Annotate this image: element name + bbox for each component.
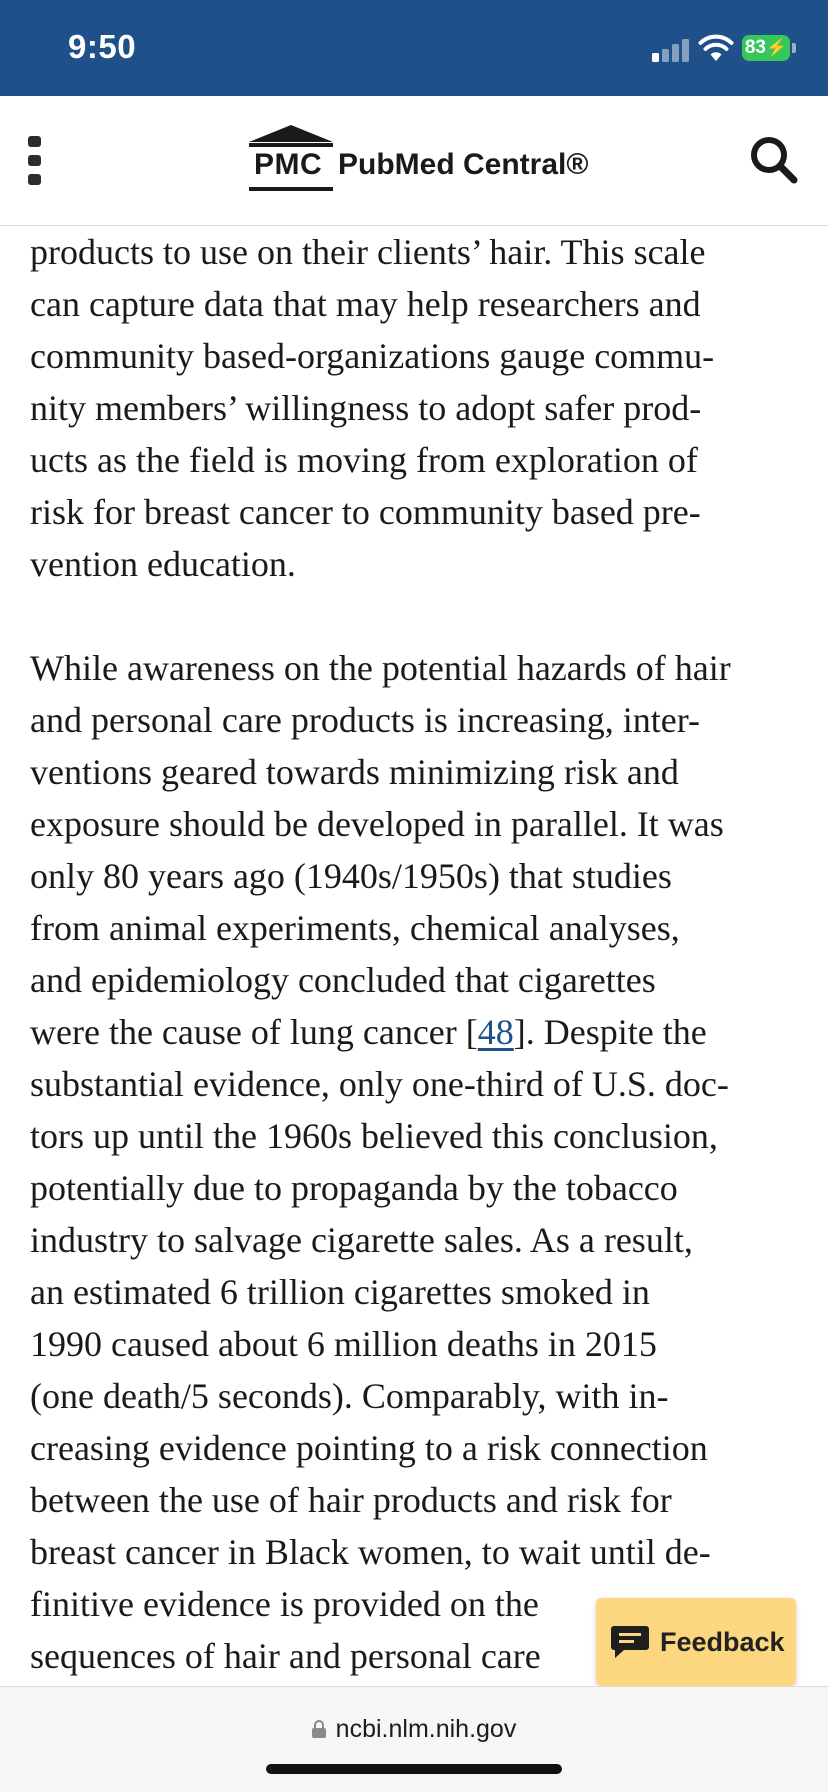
home-indicator[interactable] bbox=[266, 1764, 562, 1774]
text-line: exposure should be developed in parallel… bbox=[30, 804, 724, 844]
pmc-logo[interactable]: PMC PubMed Central® bbox=[246, 124, 589, 194]
paragraph-2: While awareness on the potential hazards… bbox=[30, 642, 800, 1682]
wifi-icon bbox=[698, 34, 734, 61]
text-line: industry to salvage cigarette sales. As … bbox=[30, 1220, 693, 1260]
text-line: between the use of hair products and ris… bbox=[30, 1480, 672, 1520]
text-line: 1990 caused about 6 million deaths in 20… bbox=[30, 1324, 657, 1364]
text-line: nity members’ willingness to adopt safer… bbox=[30, 388, 702, 428]
status-time: 9:50 bbox=[68, 28, 137, 65]
text-line: products to use on their clients’ hair. … bbox=[30, 232, 706, 272]
article-body: products to use on their clients’ hair. … bbox=[30, 226, 800, 1686]
battery-charging-icon: 83⚡ bbox=[742, 35, 790, 61]
text-line: breast cancer in Black women, to wait un… bbox=[30, 1532, 711, 1572]
feedback-label: Feedback bbox=[660, 1626, 785, 1657]
text-line: While awareness on the potential hazards… bbox=[30, 648, 731, 688]
battery-tip bbox=[792, 43, 796, 53]
text-segment: ]. Despite the bbox=[513, 1012, 707, 1052]
reference-link-48[interactable]: 48 bbox=[478, 1012, 514, 1052]
text-line: and epidemiology concluded that cigarett… bbox=[30, 960, 656, 1000]
paragraph-1: products to use on their clients’ hair. … bbox=[30, 226, 800, 590]
text-line: risk for breast cancer to community base… bbox=[30, 492, 701, 532]
text-line: vention education. bbox=[30, 544, 296, 584]
status-bar: 9:50 83⚡ bbox=[0, 0, 828, 96]
text-line: can capture data that may help researche… bbox=[30, 284, 701, 324]
url-domain: ncbi.nlm.nih.gov bbox=[335, 1715, 517, 1743]
text-line: and personal care products is increasing… bbox=[30, 700, 701, 740]
text-line-with-reference: were the cause of lung cancer [48]. Desp… bbox=[30, 1006, 800, 1058]
text-line: substantial evidence, only one-third of … bbox=[30, 1064, 729, 1104]
text-line: (one death/5 seconds). Comparably, with … bbox=[30, 1376, 669, 1416]
lock-icon bbox=[311, 1720, 326, 1738]
text-line: only 80 years ago (1940s/1950s) that stu… bbox=[30, 856, 672, 896]
text-line: potentially due to propaganda by the tob… bbox=[30, 1168, 678, 1208]
text-segment: were the cause of lung cancer [ bbox=[30, 1012, 478, 1052]
url-display[interactable]: ncbi.nlm.nih.gov bbox=[0, 1715, 828, 1744]
menu-button[interactable] bbox=[22, 136, 48, 186]
browser-url-bar[interactable]: ncbi.nlm.nih.gov bbox=[0, 1686, 828, 1792]
text-line: tors up until the 1960s believed this co… bbox=[30, 1116, 718, 1156]
text-line: from animal experiments, chemical analys… bbox=[30, 908, 680, 948]
site-header: PMC PubMed Central® bbox=[0, 96, 828, 226]
text-line: an estimated 6 trillion cigarettes smoke… bbox=[30, 1272, 650, 1312]
text-line: creasing evidence pointing to a risk con… bbox=[30, 1428, 708, 1468]
menu-icon bbox=[28, 136, 41, 147]
text-line: community based-organizations gauge comm… bbox=[30, 336, 715, 376]
logo-text: PubMed Central® bbox=[338, 148, 589, 181]
feedback-button[interactable]: Feedback bbox=[596, 1598, 796, 1686]
text-line: ucts as the field is moving from explora… bbox=[30, 440, 698, 480]
text-line: ventions geared towards minimizing risk … bbox=[30, 752, 679, 792]
signal-icon bbox=[652, 38, 692, 62]
chat-bubble-icon bbox=[611, 1626, 649, 1658]
battery-level: 83 bbox=[744, 37, 766, 58]
search-icon[interactable] bbox=[748, 134, 800, 186]
logo-abbr: PMC bbox=[254, 148, 323, 181]
